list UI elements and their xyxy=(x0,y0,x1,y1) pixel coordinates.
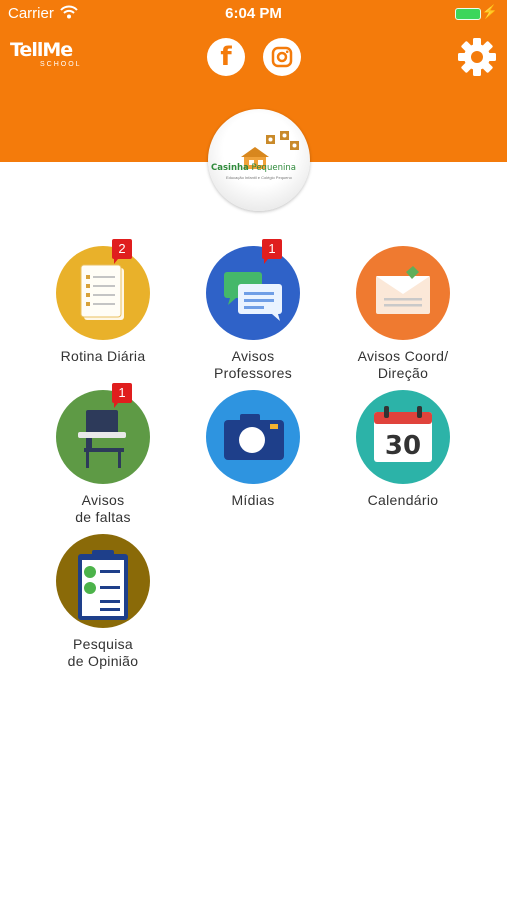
tile-avisos-de-faltas[interactable]: 1 Avisos de faltas xyxy=(28,383,178,526)
tile-midias-circle xyxy=(206,390,300,484)
school-name: Casinha Pequenina xyxy=(211,163,296,173)
school-name-part2: Pequenina xyxy=(251,163,296,173)
instagram-icon xyxy=(271,46,293,68)
notification-badge: 1 xyxy=(262,239,282,264)
tile-rotina-diaria-circle: 2 xyxy=(56,239,150,340)
tile-label: Mídias xyxy=(231,492,275,508)
clipboard-list-icon xyxy=(80,264,124,320)
tile-rotina-diaria[interactable]: 2 Rotina Diária xyxy=(28,239,178,365)
tile-avisos-professores[interactable]: 1 Avisos Professores xyxy=(178,239,328,382)
status-bar: Carrier 6:04 PM ⚡ xyxy=(0,0,507,28)
tile-pesquisa-de-opiniao[interactable]: Pesquisa de Opinião xyxy=(28,534,178,670)
school-logo-badge: Casinha Pequenina Educação Infantil e Co… xyxy=(208,109,310,211)
tile-midias[interactable]: Mídias xyxy=(178,390,328,509)
school-house-icon xyxy=(241,131,299,169)
settings-gear-icon[interactable] xyxy=(457,37,497,77)
charging-icon: ⚡ xyxy=(481,4,498,19)
school-name-part1: Casinha xyxy=(211,163,249,173)
tile-label: Rotina Diária xyxy=(60,348,146,364)
instagram-button[interactable] xyxy=(263,38,301,76)
tile-label: Avisos Professores xyxy=(214,348,292,381)
logo-sub-text: SCHOOL xyxy=(40,61,82,68)
facebook-button[interactable]: f xyxy=(207,38,245,76)
school-subtitle: Educação Infantil e Colégio Pequeno xyxy=(226,175,292,180)
tile-calendario-circle: 30 xyxy=(356,390,450,484)
tile-avisos-professores-circle: 1 xyxy=(206,239,300,340)
survey-clipboard-icon xyxy=(78,550,128,620)
notification-badge: 2 xyxy=(112,239,132,264)
tile-label: Pesquisa de Opinião xyxy=(67,636,139,669)
tile-avisos-faltas-circle: 1 xyxy=(56,383,150,484)
facebook-icon: f xyxy=(220,42,232,72)
tile-label: Calendário xyxy=(367,492,439,508)
tile-avisos-coord-direcao[interactable]: Avisos Coord/Direção xyxy=(328,246,478,382)
tile-avisos-coord-circle xyxy=(356,246,450,340)
tile-label: Avisos de faltas xyxy=(75,492,131,525)
app-logo: TellMe SCHOOL xyxy=(10,40,82,69)
calendar-icon: 30 xyxy=(374,406,432,462)
tile-label: Avisos Coord/Direção xyxy=(357,348,449,381)
camera-icon xyxy=(224,414,284,460)
notification-badge: 1 xyxy=(112,383,132,408)
logo-main-text: TellMe xyxy=(10,39,73,61)
tile-pesquisa-circle xyxy=(56,534,150,628)
status-time: 6:04 PM xyxy=(225,5,282,22)
envelope-icon xyxy=(376,266,430,314)
tile-calendario[interactable]: 30 Calendário xyxy=(328,390,478,509)
calendar-day-number: 30 xyxy=(385,431,421,461)
school-desk-icon xyxy=(78,410,126,468)
battery-icon xyxy=(455,8,481,20)
chat-bubbles-icon xyxy=(224,272,282,321)
